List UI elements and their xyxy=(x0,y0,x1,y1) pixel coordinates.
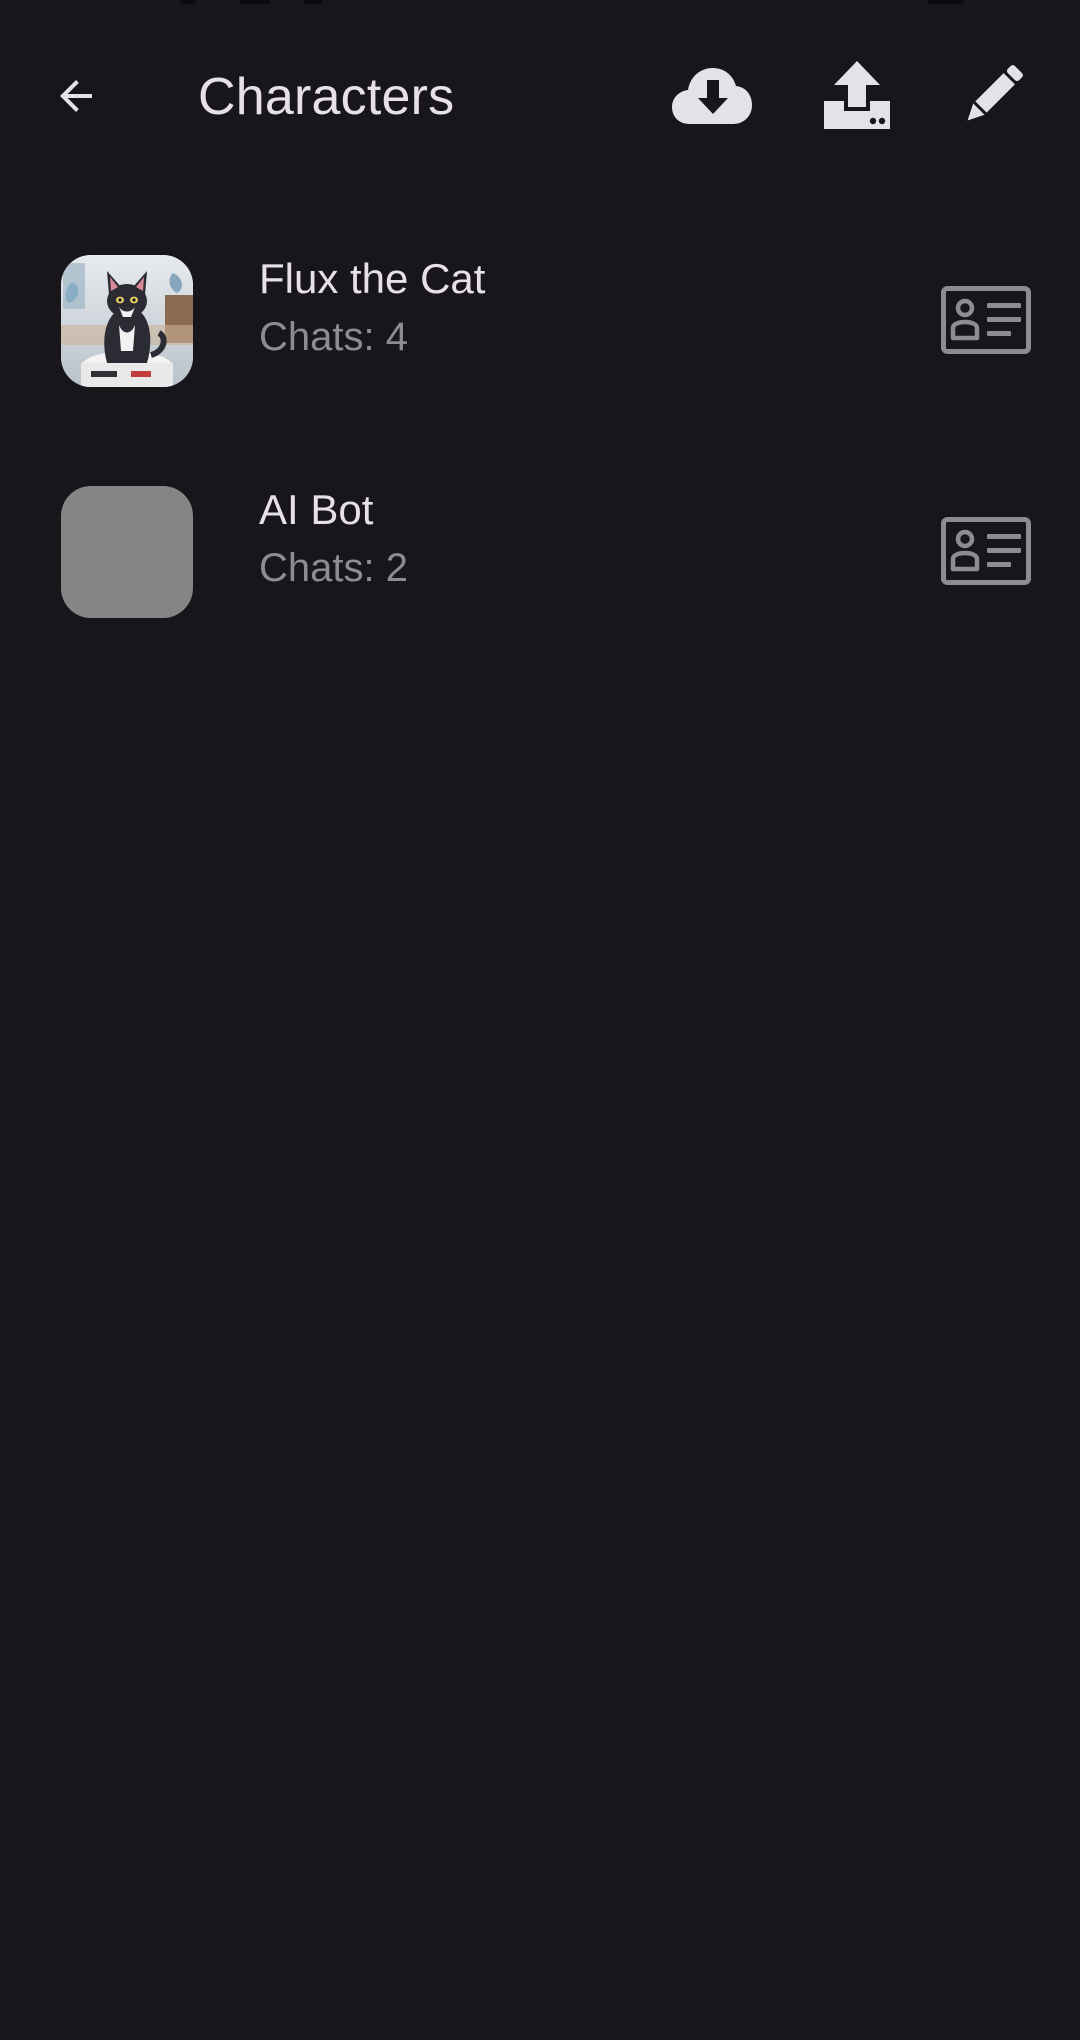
page-title: Characters xyxy=(198,68,455,126)
character-name: Flux the Cat xyxy=(259,255,486,302)
id-card-icon xyxy=(941,517,1031,585)
import-button[interactable] xyxy=(664,50,760,140)
cloud-download-icon xyxy=(672,68,752,124)
pencil-icon xyxy=(967,65,1023,121)
status-icon xyxy=(240,0,270,4)
app-bar: Characters xyxy=(0,38,1080,154)
battery-icon xyxy=(928,0,964,4)
list-item-text: Flux the Cat Chats: 4 xyxy=(259,250,485,366)
arrow-back-icon xyxy=(60,80,92,112)
character-name: AI Bot xyxy=(259,486,374,533)
export-button[interactable] xyxy=(812,50,902,140)
placeholder-avatar xyxy=(61,486,193,618)
back-button[interactable] xyxy=(36,60,116,132)
chat-count: Chats: 4 xyxy=(259,315,408,359)
status-icon xyxy=(304,0,322,4)
character-list: Flux the Cat Chats: 4 AI Bot Chats: 2 xyxy=(0,230,1080,692)
cat-avatar-image xyxy=(61,255,193,387)
id-card-icon xyxy=(941,286,1031,354)
status-bar xyxy=(0,0,1080,10)
character-card-button[interactable] xyxy=(930,268,1042,372)
status-icon xyxy=(180,0,196,4)
upload-icon xyxy=(824,61,890,129)
list-item-text: AI Bot Chats: 2 xyxy=(259,481,408,597)
chat-count: Chats: 2 xyxy=(259,546,408,590)
character-card-button[interactable] xyxy=(930,499,1042,603)
list-item[interactable]: Flux the Cat Chats: 4 xyxy=(0,230,1080,461)
edit-button[interactable] xyxy=(948,50,1038,140)
list-item[interactable]: AI Bot Chats: 2 xyxy=(0,461,1080,692)
